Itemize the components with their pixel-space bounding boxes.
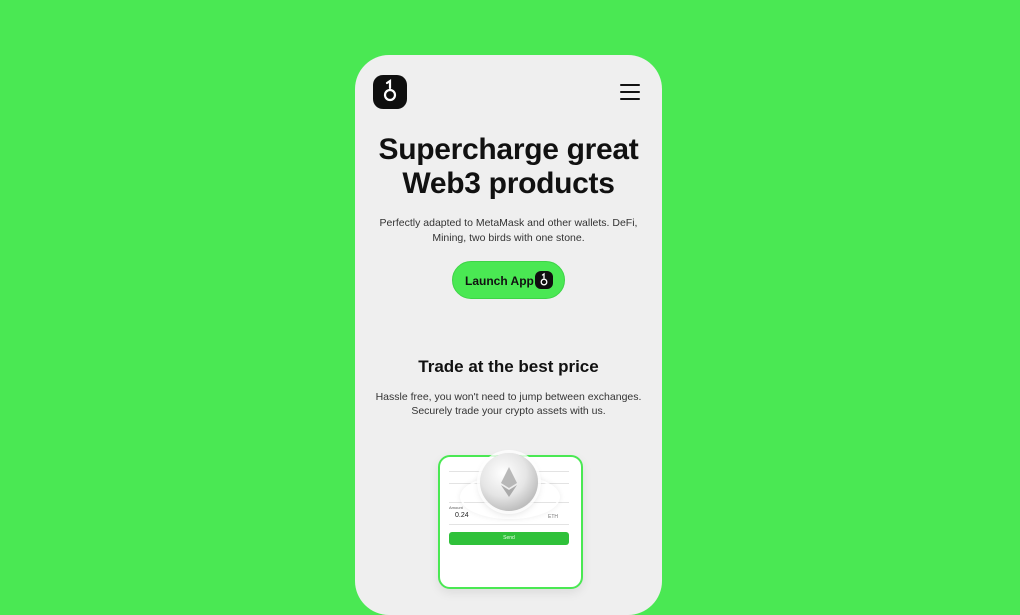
ethereum-icon <box>480 453 538 511</box>
launch-app-button[interactable]: Launch App <box>452 261 565 299</box>
launch-app-label: Launch App <box>465 274 534 288</box>
hero-title-line-1: Supercharge great <box>378 133 639 166</box>
hero-subtitle-line-2: Mining, two birds with one stone. <box>432 232 585 244</box>
menu-bar-top <box>620 84 640 86</box>
trade-section-title: Trade at the best price <box>418 357 599 376</box>
hero-subtitle: Perfectly adapted to MetaMask and other … <box>375 216 642 246</box>
top-navigation-bar <box>355 55 662 135</box>
hero-title: Supercharge great Web3 products <box>355 133 662 201</box>
mockup-send-label: Send <box>503 535 515 541</box>
mockup-amount-label: Amount <box>449 505 463 510</box>
hamburger-menu-icon[interactable] <box>620 84 640 100</box>
trade-subtitle-line-1: Hassle free, you won't need to jump betw… <box>375 391 642 403</box>
hero-subtitle-line-1: Perfectly adapted to MetaMask and other … <box>379 217 638 229</box>
hero-title-line-2: Web3 products <box>402 167 615 200</box>
phone-frame: Supercharge great Web3 products Perfectl… <box>355 55 662 615</box>
brand-logo-icon[interactable] <box>373 75 407 109</box>
mockup-divider <box>449 524 569 525</box>
mockup-amount-value: 0.24 <box>455 512 469 519</box>
brand-logo-icon <box>535 271 553 289</box>
trade-subtitle-line-2: Securely trade your crypto assets with u… <box>411 405 606 417</box>
mockup-send-button: Send <box>449 532 569 545</box>
trade-section-subtitle: Hassle free, you won't need to jump betw… <box>370 390 647 418</box>
mockup-amount-unit: ETH <box>548 514 558 520</box>
menu-bar-middle <box>620 91 640 93</box>
menu-bar-bottom <box>620 98 640 100</box>
